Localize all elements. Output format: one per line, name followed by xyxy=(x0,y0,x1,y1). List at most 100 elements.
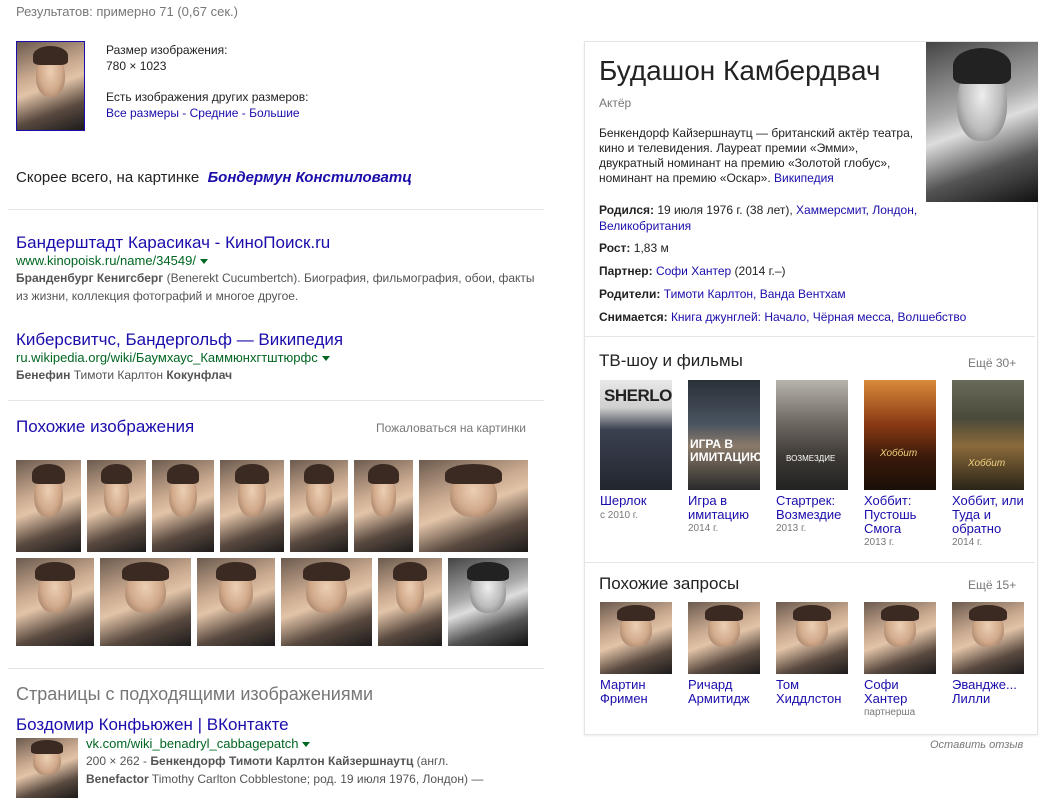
movie-title-link[interactable]: Хоббит, или Туда и обратно xyxy=(952,494,1026,536)
similar-image[interactable] xyxy=(354,460,413,552)
fact-tail: (2014 г.–) xyxy=(731,264,786,278)
movie-poster-star-trek[interactable]: ВОЗМЕЗДИЕ xyxy=(776,380,848,490)
page-result-snippet: 200 × 262 - Бенкендорф Тимоти Карлтон Ка… xyxy=(86,752,536,788)
result-url-text: www.kinopoisk.ru/name/34549/ xyxy=(16,253,196,268)
poster-title: SHERLOCK xyxy=(604,386,672,405)
related-more-link[interactable]: Ещё 15+ xyxy=(968,578,1016,592)
result-url: www.kinopoisk.ru/name/34549/ xyxy=(16,253,542,269)
related-person-relation: партнерша xyxy=(864,707,916,718)
url-dropdown-arrow-icon[interactable] xyxy=(321,356,330,362)
similar-image[interactable] xyxy=(290,460,348,552)
snippet-text: (англ. xyxy=(413,754,449,768)
kp-description: Бенкендорф Кайзершнаутц — британский акт… xyxy=(599,126,917,186)
page-result-thumbnail[interactable] xyxy=(16,738,78,798)
fact-label: Рост: xyxy=(599,241,631,255)
fact-link[interactable]: Тимоти Карлтон, Ванда Вентхам xyxy=(664,287,846,301)
report-images-link[interactable]: Пожаловаться на картинки xyxy=(376,421,526,435)
kp-fact-height: Рост: 1,83 м xyxy=(599,241,669,255)
snippet-bold: Бенкендорф Тимоти Карлтон Кайзершнаутц xyxy=(150,754,414,768)
related-person-photo[interactable] xyxy=(776,602,848,674)
fact-link[interactable]: Книга джунглей: Начало, Чёрная месса, Во… xyxy=(671,310,966,324)
result-title-link[interactable]: Бандерштадт Карасикач - КиноПоиск.ru xyxy=(16,233,542,253)
page-result-url: vk.com/wiki_benadryl_cabbagepatch xyxy=(86,736,536,752)
poster-title: Хоббит xyxy=(880,448,918,459)
result-url: ru.wikipedia.org/wiki/Баумхаус_Каммюнхгт… xyxy=(16,350,542,366)
movie-poster-sherlock[interactable]: SHERLOCK xyxy=(600,380,672,490)
fact-label: Партнер: xyxy=(599,264,653,278)
result-title-link[interactable]: Киберсвитчс, Бандергольф — Википедия xyxy=(16,330,542,350)
size-links: Все размеры - Средние - Большие xyxy=(106,105,308,121)
snippet-bold-2: Кокунфлач xyxy=(166,368,233,382)
similar-image[interactable] xyxy=(220,460,284,552)
fact-text: 1,83 м xyxy=(630,241,669,255)
search-result: Киберсвитчс, Бандергольф — Википедия ru.… xyxy=(16,330,542,384)
similar-image[interactable] xyxy=(378,558,442,646)
similar-image[interactable] xyxy=(197,558,275,646)
poster-title: ИГРА В ИМИТАЦИЮ xyxy=(690,437,760,464)
best-guess-link[interactable]: Бондермун Констиловатц xyxy=(208,169,412,186)
url-dropdown-arrow-icon[interactable] xyxy=(199,259,208,265)
related-person-photo[interactable] xyxy=(952,602,1024,674)
similar-image[interactable] xyxy=(419,460,528,552)
related-person-link[interactable]: Том Хиддлстон xyxy=(776,678,848,706)
kp-title: Будашон Камбердвач xyxy=(599,55,881,86)
similar-image[interactable] xyxy=(87,460,146,552)
snippet-bold: Benefactor xyxy=(86,772,149,786)
movie-title-link[interactable]: Игра в имитацию xyxy=(688,494,758,522)
page-result-url-text: vk.com/wiki_benadryl_cabbagepatch xyxy=(86,736,299,751)
movie-title-link[interactable]: Шерлок xyxy=(600,494,678,508)
kp-fact-parents: Родители: Тимоти Карлтон, Ванда Вентхам xyxy=(599,287,846,301)
kp-fact-films: Снимается: Книга джунглей: Начало, Чёрна… xyxy=(599,310,966,324)
movie-title-link[interactable]: Стартрек: Возмездие xyxy=(776,494,848,522)
divider xyxy=(8,668,544,669)
related-person-photo[interactable] xyxy=(688,602,760,674)
kp-wikipedia-link[interactable]: Википедия xyxy=(774,171,834,185)
fact-link[interactable]: Софи Хантер xyxy=(656,264,731,278)
divider xyxy=(8,209,544,210)
similar-image[interactable] xyxy=(448,558,528,646)
kp-fact-born: Родился: 19 июля 1976 г. (38 лет), Хамме… xyxy=(599,202,919,234)
similar-image[interactable] xyxy=(16,558,94,646)
kp-subtitle: Актёр xyxy=(599,96,632,110)
divider xyxy=(585,562,1035,563)
similar-image[interactable] xyxy=(281,558,372,646)
feedback-link[interactable]: Оставить отзыв xyxy=(930,739,1023,751)
related-person-link[interactable]: Мартин Фримен xyxy=(600,678,670,706)
image-size-label: Размер изображения: xyxy=(106,43,228,57)
page-result-title-link[interactable]: Боздомир Конфьюжен | ВКонтакте xyxy=(16,715,289,735)
snippet-text: Тимоти Карлтон xyxy=(70,368,167,382)
movie-poster-hobbit-battle[interactable]: Хоббит xyxy=(952,380,1024,490)
snippet-text: Timothy Carlton Cobblestone; род. 19 июл… xyxy=(148,772,484,786)
related-person-photo[interactable] xyxy=(600,602,672,674)
similar-image[interactable] xyxy=(100,558,191,646)
best-guess-prefix: Скорее всего, на картинке xyxy=(16,169,200,186)
similar-image[interactable] xyxy=(152,460,214,552)
url-dropdown-arrow-icon[interactable] xyxy=(302,742,311,748)
image-info: Размер изображения: 780 × 1023 Есть изоб… xyxy=(106,42,308,121)
matching-pages-heading: Страницы с подходящими изображениями xyxy=(16,684,374,704)
related-person-photo[interactable] xyxy=(864,602,936,674)
medium-sizes-link[interactable]: Средние xyxy=(190,106,239,120)
fact-label: Родился: xyxy=(599,203,655,217)
large-sizes-link[interactable]: Большие xyxy=(249,106,300,120)
movie-title-link[interactable]: Хоббит: Пустошь Смога xyxy=(864,494,936,536)
movie-year: 2014 г. xyxy=(688,523,719,534)
movie-year: 2013 г. xyxy=(776,523,807,534)
query-image-thumbnail[interactable] xyxy=(16,41,85,131)
result-stats: Результатов: примерно 71 (0,67 сек.) xyxy=(16,4,238,19)
search-result: Бандерштадт Карасикач - КиноПоиск.ru www… xyxy=(16,233,542,305)
size-separator-2: - xyxy=(238,106,250,120)
all-sizes-link[interactable]: Все размеры xyxy=(106,106,179,120)
knowledge-panel-photo[interactable] xyxy=(926,42,1038,202)
movie-poster-imitation-game[interactable]: ИГРА В ИМИТАЦИЮ xyxy=(688,380,760,490)
snippet-text: 200 × 262 - xyxy=(86,754,151,768)
related-person-link[interactable]: Ричард Армитидж xyxy=(688,678,760,706)
result-snippet: Бранденбург Кенигсберг (Benerekt Cucumbe… xyxy=(16,269,542,305)
similar-images-heading[interactable]: Похожие изображения xyxy=(16,417,194,437)
related-person-link[interactable]: Софи Хантер xyxy=(864,678,936,706)
tv-films-more-link[interactable]: Ещё 30+ xyxy=(968,356,1016,370)
related-person-link[interactable]: Эвандже... Лилли xyxy=(952,678,1024,706)
movie-poster-hobbit-smaug[interactable]: Хоббит xyxy=(864,380,936,490)
fact-label: Снимается: xyxy=(599,310,668,324)
similar-image[interactable] xyxy=(16,460,81,552)
